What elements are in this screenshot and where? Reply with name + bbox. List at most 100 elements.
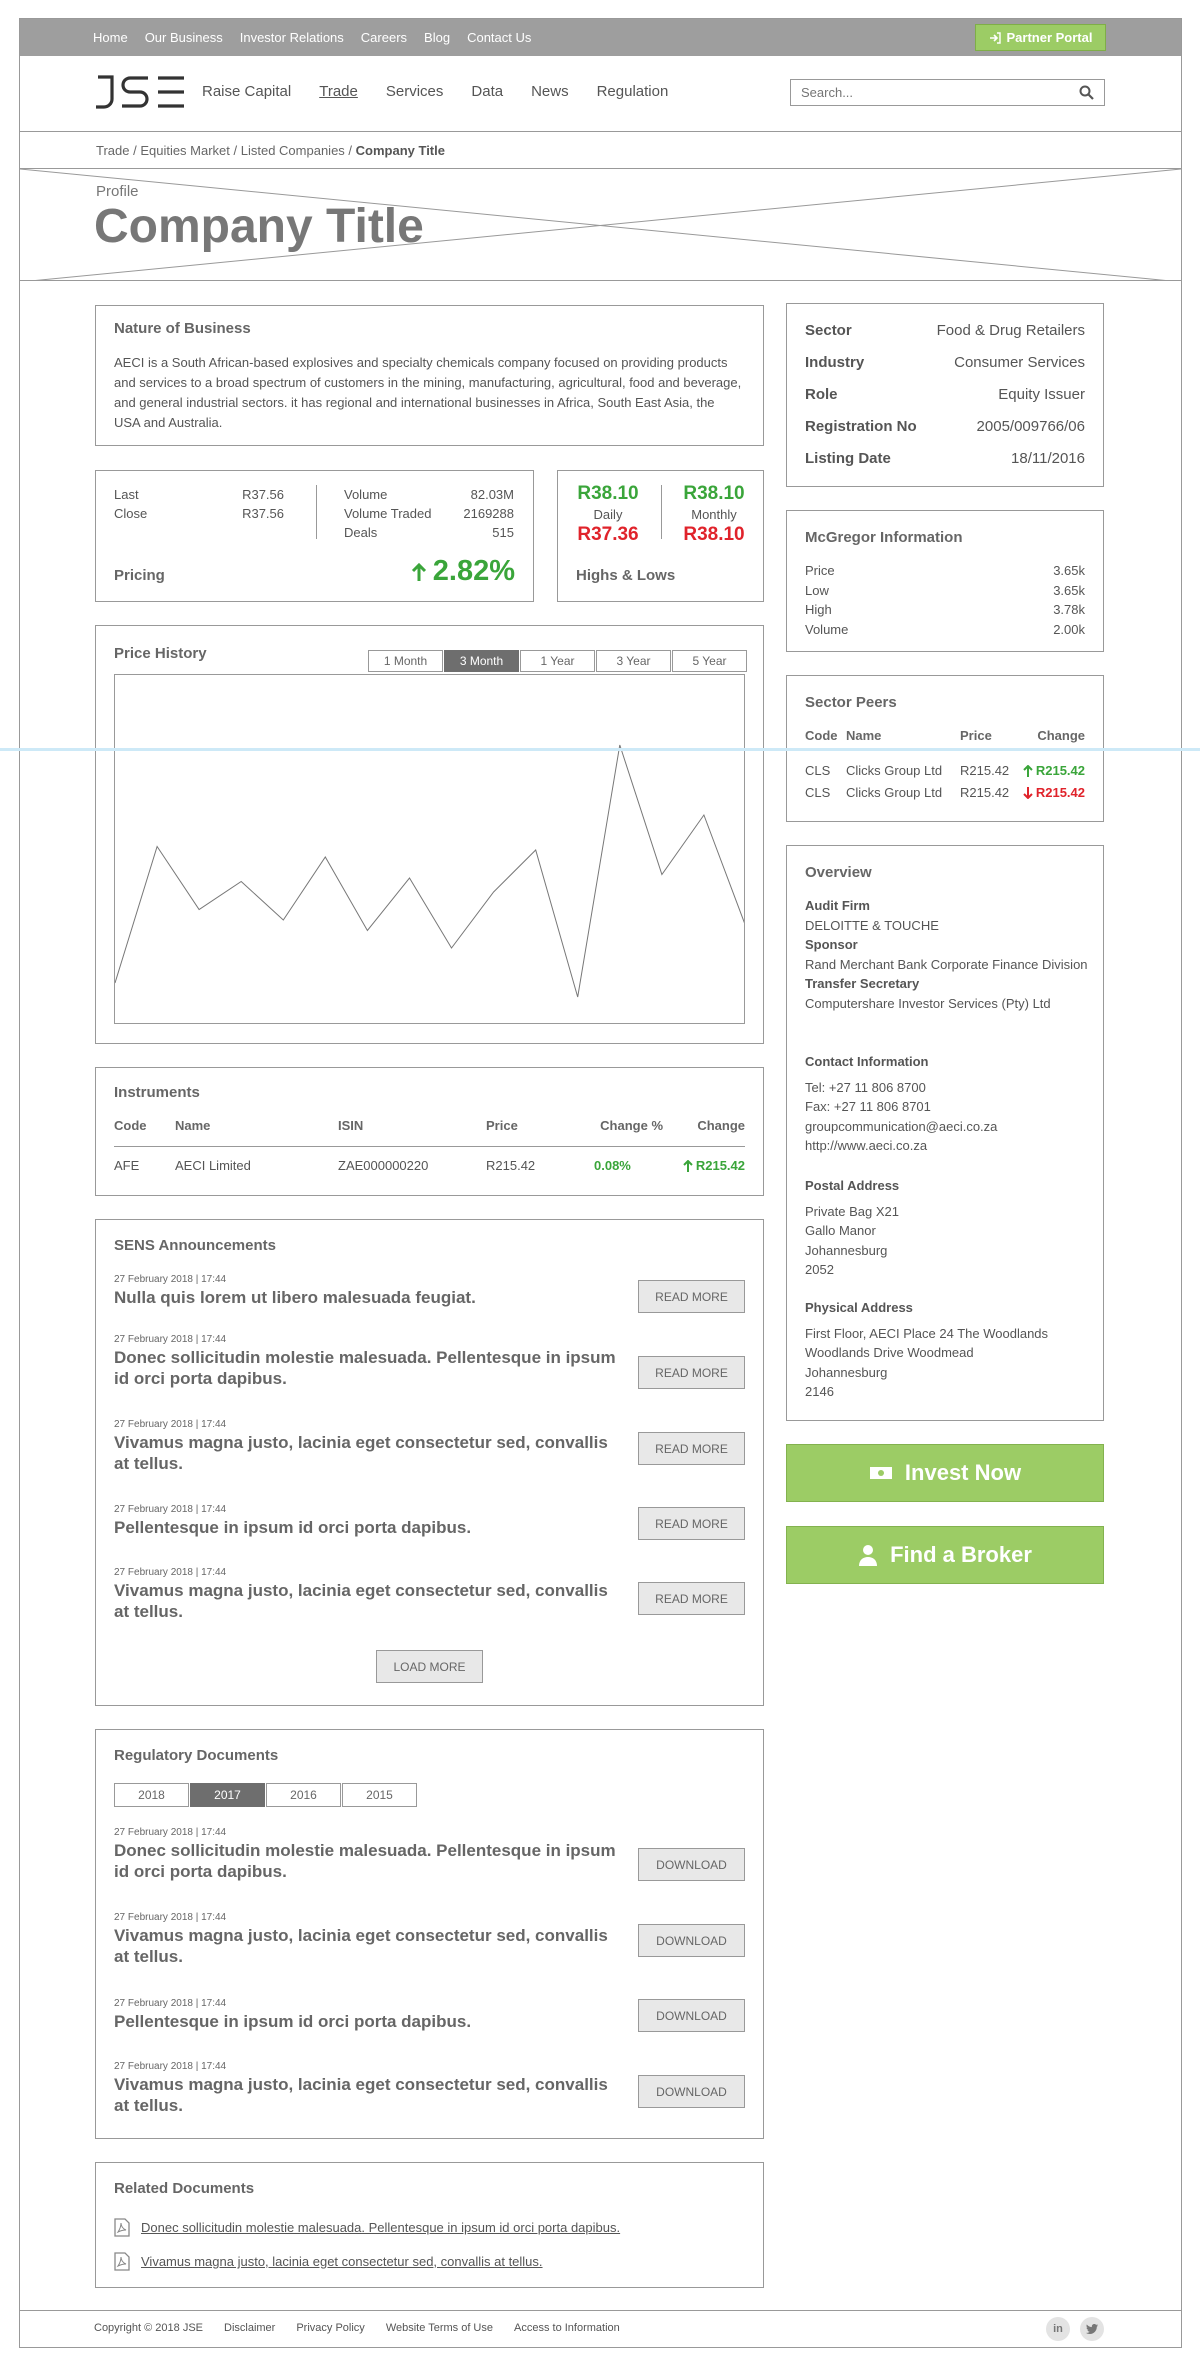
contact-website[interactable]: http://www.aeci.co.za: [805, 1136, 1090, 1156]
physical-line: 2146: [805, 1384, 834, 1399]
nav-news[interactable]: News: [531, 83, 569, 100]
find-broker-button[interactable]: Find a Broker: [786, 1526, 1104, 1584]
nav-trade[interactable]: Trade: [319, 83, 358, 100]
mcgregor-row: High 3.78k: [805, 602, 1085, 617]
search-icon[interactable]: [1079, 85, 1094, 100]
physical-line: Johannesburg: [805, 1364, 888, 1380]
peer-price: R215.42: [960, 763, 1010, 778]
postal-line: Johannesburg: [805, 1242, 888, 1258]
period-tab-3-year[interactable]: 3 Year: [596, 650, 671, 672]
sens-heading: SENS Announcements: [114, 1237, 276, 1254]
peer-name: Clicks Group Ltd: [846, 785, 943, 800]
mcgregor-value: 3.65k: [1053, 563, 1085, 578]
year-tab-2018[interactable]: 2018: [114, 1783, 189, 1807]
period-tab-5-year[interactable]: 5 Year: [672, 650, 747, 672]
year-tab-2017[interactable]: 2017: [190, 1783, 265, 1807]
document-title[interactable]: Vivamus magna justo, lacinia eget consec…: [114, 1925, 624, 1967]
document-title[interactable]: Donec sollicitudin molestie malesuada. P…: [114, 1840, 624, 1882]
announcement-title[interactable]: Vivamus magna justo, lacinia eget consec…: [114, 1580, 624, 1622]
read-more-button[interactable]: READ MORE: [638, 1582, 745, 1615]
nav-services[interactable]: Services: [386, 83, 444, 100]
top-nav-our-business[interactable]: Our Business: [145, 30, 223, 45]
search-input[interactable]: [801, 85, 1079, 100]
company-profile-card: Sector Food & Drug Retailers Industry Cons…: [786, 303, 1104, 487]
read-more-button[interactable]: READ MORE: [638, 1507, 745, 1540]
nav-raise-capital[interactable]: Raise Capital: [202, 83, 291, 100]
period-tab-1-year[interactable]: 1 Year: [520, 650, 595, 672]
footer-copyright: Copyright © 2018 JSE: [94, 2322, 203, 2334]
peers-col-price: Price: [960, 728, 992, 743]
document-title[interactable]: Vivamus magna justo, lacinia eget consec…: [114, 2074, 624, 2116]
announcement-title[interactable]: Donec sollicitudin molestie malesuada. P…: [114, 1347, 624, 1389]
period-tab-3-month[interactable]: 3 Month: [444, 650, 519, 672]
hero-kicker: Profile: [96, 183, 139, 200]
mcgregor-row: Price 3.65k: [805, 563, 1085, 578]
peer-change: R215.42: [1023, 785, 1085, 800]
arrow-up-icon: [1023, 764, 1033, 777]
linkedin-icon[interactable]: in: [1046, 2317, 1070, 2341]
related-doc-link[interactable]: Donec sollicitudin molestie malesuada. P…: [141, 2220, 620, 2235]
table-row[interactable]: AFE AECI Limited ZAE000000220 R215.42 0.…: [114, 1158, 745, 1178]
twitter-icon[interactable]: [1080, 2317, 1104, 2341]
contact-email[interactable]: groupcommunication@aeci.co.za: [805, 1117, 1090, 1137]
table-row[interactable]: CLS Clicks Group Ltd R215.42 R215.42: [805, 763, 1085, 781]
document-title[interactable]: Pellentesque in ipsum id orci porta dapi…: [114, 2011, 624, 2032]
announcement-date: 27 February 2018 | 17:44: [114, 1274, 227, 1285]
document-date: 27 February 2018 | 17:44: [114, 2061, 227, 2072]
document-date: 27 February 2018 | 17:44: [114, 1827, 227, 1838]
top-nav-investor-relations[interactable]: Investor Relations: [240, 30, 344, 45]
peer-price: R215.42: [960, 785, 1010, 800]
table-row[interactable]: CLS Clicks Group Ltd R215.42 R215.42: [805, 785, 1085, 803]
partner-portal-label: Partner Portal: [1006, 30, 1093, 45]
download-button[interactable]: DOWNLOAD: [638, 1848, 745, 1881]
related-doc-link[interactable]: Vivamus magna justo, lacinia eget consec…: [141, 2254, 543, 2269]
last-label: Last: [114, 487, 139, 502]
physical-line: First Floor, AECI Place 24 The Woodlands…: [805, 1325, 1049, 1361]
peers-col-code: Code: [805, 728, 838, 743]
main-nav-bar: Raise Capital Trade Services Data News R…: [20, 57, 1181, 132]
close-value: R37.56: [242, 506, 284, 521]
period-tab-1-month[interactable]: 1 Month: [368, 650, 443, 672]
top-nav-blog[interactable]: Blog: [424, 30, 450, 45]
profile-row: Role Equity Issuer: [805, 386, 1085, 403]
daily-column: R38.10 Daily R37.36: [558, 483, 658, 546]
mcgregor-value: 2.00k: [1053, 622, 1085, 637]
read-more-button[interactable]: READ MORE: [638, 1356, 745, 1389]
breadcrumb-path[interactable]: Trade / Equities Market / Listed Compani…: [96, 143, 356, 158]
related-heading: Related Documents: [114, 2180, 255, 2197]
load-more-button[interactable]: LOAD MORE: [376, 1650, 483, 1683]
related-doc-item[interactable]: Vivamus magna justo, lacinia eget consec…: [114, 2252, 543, 2271]
top-nav-home[interactable]: Home: [93, 30, 128, 45]
download-button[interactable]: DOWNLOAD: [638, 2075, 745, 2108]
mcgregor-heading: McGregor Information: [805, 529, 963, 546]
document-date: 27 February 2018 | 17:44: [114, 1998, 227, 2009]
year-tab-2015[interactable]: 2015: [342, 1783, 417, 1807]
download-button[interactable]: DOWNLOAD: [638, 1999, 745, 2032]
mcgregor-value: 3.78k: [1053, 602, 1085, 617]
footer-privacy[interactable]: Privacy Policy: [296, 2322, 364, 2334]
partner-portal-button[interactable]: Partner Portal: [975, 24, 1106, 51]
announcement-date: 27 February 2018 | 17:44: [114, 1419, 227, 1430]
announcement-title[interactable]: Pellentesque in ipsum id orci porta dapi…: [114, 1517, 624, 1538]
announcement-title[interactable]: Vivamus magna justo, lacinia eget consec…: [114, 1432, 624, 1474]
profile-label: Listing Date: [805, 450, 891, 467]
read-more-button[interactable]: READ MORE: [638, 1432, 745, 1465]
read-more-button[interactable]: READ MORE: [638, 1280, 745, 1313]
highs-lows-card: R38.10 Daily R37.36 R38.10 Monthly R38.1…: [557, 470, 764, 602]
top-nav-contact-us[interactable]: Contact Us: [467, 30, 531, 45]
regulatory-heading: Regulatory Documents: [114, 1747, 279, 1764]
audit-label: Audit Firm: [805, 898, 870, 913]
top-nav-careers[interactable]: Careers: [361, 30, 407, 45]
row-change-pct: 0.08%: [594, 1158, 631, 1173]
announcement-title[interactable]: Nulla quis lorem ut libero malesuada feu…: [114, 1287, 614, 1308]
invest-now-button[interactable]: Invest Now: [786, 1444, 1104, 1502]
nav-data[interactable]: Data: [471, 83, 503, 100]
nav-regulation[interactable]: Regulation: [597, 83, 669, 100]
year-tab-2016[interactable]: 2016: [266, 1783, 341, 1807]
footer-access[interactable]: Access to Information: [514, 2322, 620, 2334]
footer-terms[interactable]: Website Terms of Use: [386, 2322, 493, 2334]
footer-disclaimer[interactable]: Disclaimer: [224, 2322, 275, 2334]
document-date: 27 February 2018 | 17:44: [114, 1912, 227, 1923]
download-button[interactable]: DOWNLOAD: [638, 1924, 745, 1957]
related-doc-item[interactable]: Donec sollicitudin molestie malesuada. P…: [114, 2218, 620, 2237]
